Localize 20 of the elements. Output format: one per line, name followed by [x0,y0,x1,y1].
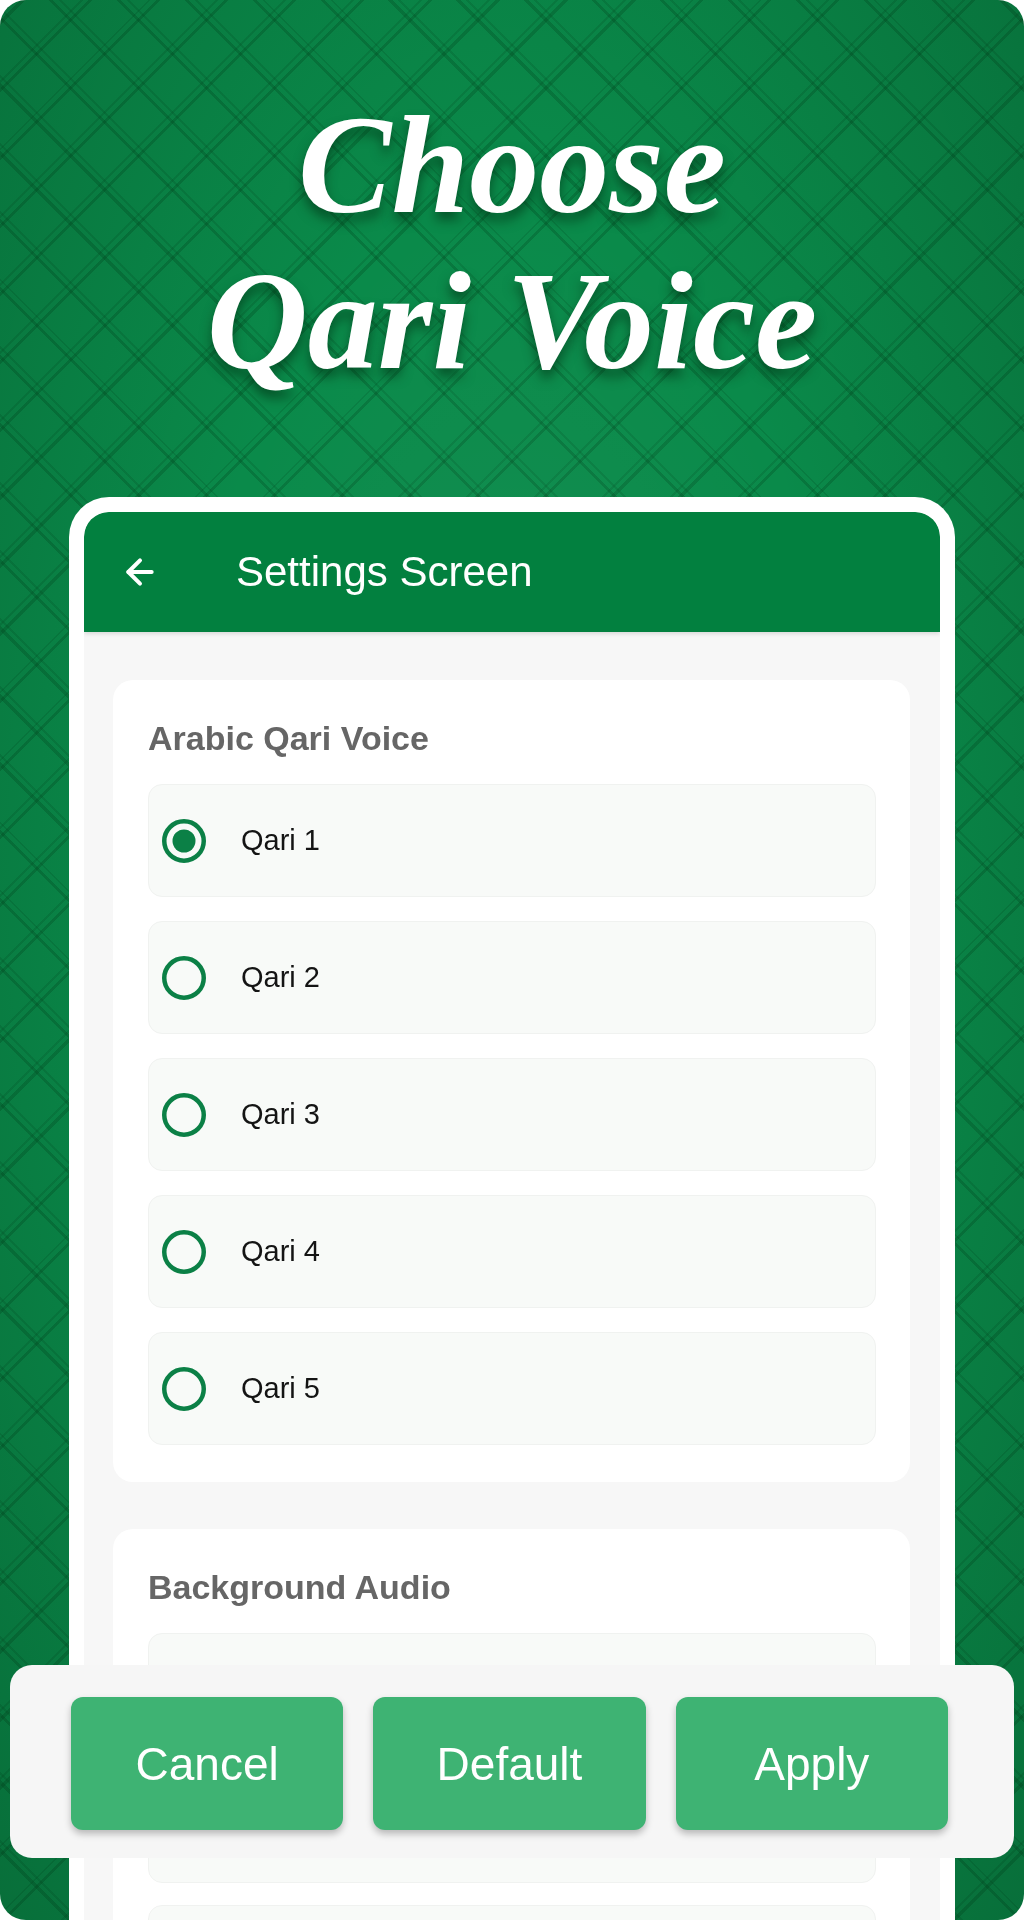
radio-icon[interactable] [162,1092,206,1137]
hero-title: Choose [298,87,726,243]
radio-icon[interactable] [162,955,206,1000]
option-label: Qari 4 [241,1235,320,1268]
section-title: Arabic Qari Voice [148,718,430,758]
option-label: Qari 2 [241,961,320,994]
option-label: Qari 5 [241,1372,320,1405]
option-label: Qari 1 [241,824,320,857]
section-title: Background Audio [148,1567,452,1607]
radio-icon[interactable] [162,1229,206,1274]
hero-title: Qari Voice [206,243,818,399]
radio-option[interactable]: Qari 2 [148,921,876,1034]
radio-icon[interactable] [162,1366,206,1411]
radio-option[interactable]: Qari 1 [148,784,876,897]
radio-option[interactable]: Qari 3 [148,1058,876,1171]
radio-icon[interactable] [162,818,206,863]
screen-title: Settings Screen [236,548,533,596]
radio-option[interactable]: Qari 4 [148,1195,876,1308]
option-label: Qari 3 [241,1098,320,1131]
radio-option[interactable]: Qari 5 [148,1332,876,1445]
